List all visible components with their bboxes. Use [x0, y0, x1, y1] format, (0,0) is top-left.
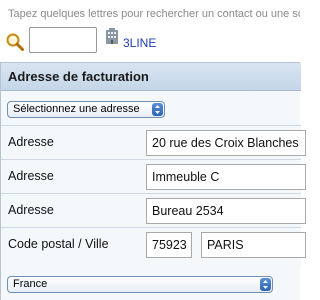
contact-search-input[interactable] — [29, 27, 97, 53]
address-row-3: Adresse Bureau 2534 — [1, 193, 306, 228]
address-label: Adresse — [8, 203, 54, 217]
address-label: Adresse — [8, 135, 54, 149]
address-row-1: Adresse 20 rue des Croix Blanches — [1, 125, 306, 160]
address-select-value: Sélectionnez une adresse — [13, 103, 140, 115]
country-select[interactable]: France — [7, 276, 273, 293]
address-row-2: Adresse Immeuble C — [1, 159, 306, 194]
building-icon — [105, 28, 119, 44]
search-hint: Tapez quelques lettres pour rechercher u… — [8, 8, 300, 20]
address-select[interactable]: Sélectionnez une adresse — [7, 101, 165, 118]
magnifier-icon[interactable] — [5, 32, 25, 52]
country-select-value: France — [13, 278, 48, 290]
select-arrows-icon — [152, 103, 163, 116]
postal-code-field[interactable]: 75923 — [146, 232, 192, 258]
city-field[interactable]: PARIS — [201, 232, 306, 258]
panel-title: Adresse de facturation — [1, 63, 301, 91]
address-line-1-field[interactable]: 20 rue des Croix Blanches — [146, 130, 306, 156]
billing-address-panel: Adresse de facturation Sélectionnez une … — [0, 62, 306, 300]
postal-city-label: Code postal / Ville — [8, 237, 109, 251]
address-line-3-field[interactable]: Bureau 2534 — [146, 198, 306, 224]
company-link[interactable]: 3LINE — [123, 36, 156, 50]
address-line-2-field[interactable]: Immeuble C — [146, 164, 306, 190]
address-label: Adresse — [8, 169, 54, 183]
postal-city-row: Code postal / Ville 75923 PARIS — [1, 227, 306, 268]
select-arrows-icon — [260, 278, 271, 291]
